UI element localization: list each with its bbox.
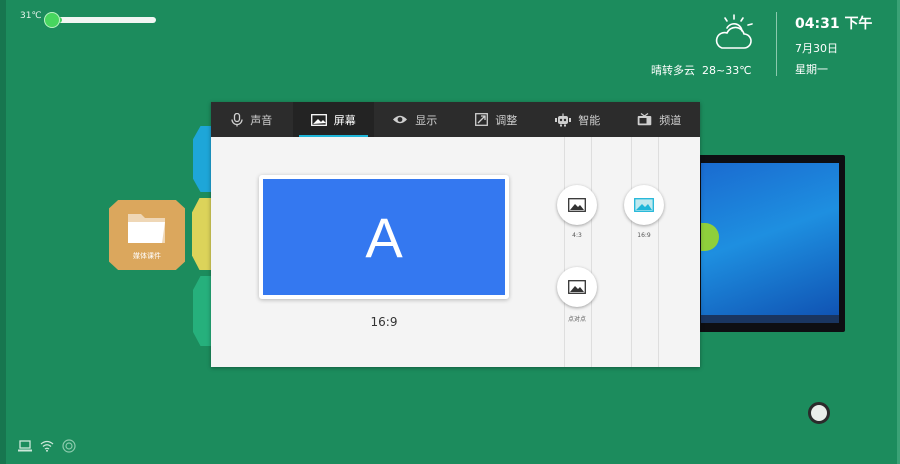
wifi-icon[interactable] (39, 438, 55, 454)
status-bar (17, 438, 77, 454)
tv-icon (637, 113, 652, 126)
desktop-preview-taskbar (701, 315, 839, 323)
settings-panel: 声音 屏幕 显示 调整 智能 频道 A 16:9 4:3 16:9 点对点 (211, 102, 700, 367)
ratio-4-3-button[interactable] (557, 185, 597, 225)
media-courseware-tile[interactable]: 媒体课件 (109, 200, 185, 270)
left-edge-shade (0, 0, 6, 464)
weather-range: 28~33℃ (702, 64, 752, 77)
eye-icon (393, 115, 408, 124)
settings-tabs: 声音 屏幕 显示 调整 智能 频道 (211, 102, 700, 137)
tab-screen-label: 屏幕 (333, 113, 356, 127)
column-divider (631, 137, 632, 367)
current-ratio-label: 16:9 (370, 315, 398, 329)
folder-icon (128, 214, 165, 243)
image-icon (568, 198, 586, 212)
ratio-16-9-button[interactable] (624, 185, 664, 225)
tab-smart[interactable]: 智能 (537, 102, 619, 137)
temperature-label: 31℃ (20, 11, 42, 21)
tab-screen[interactable]: 屏幕 (292, 102, 374, 137)
partly-cloudy-icon (715, 14, 753, 49)
image-icon (634, 198, 654, 212)
tab-channel[interactable]: 频道 (619, 102, 701, 137)
robot-icon (555, 113, 572, 126)
weather-divider (776, 12, 777, 76)
tab-display-label: 显示 (415, 113, 438, 127)
tab-adjust[interactable]: 调整 (456, 102, 538, 137)
clock-weekday: 星期一 (795, 63, 828, 76)
tab-display[interactable]: 显示 (374, 102, 456, 137)
desktop-preview-monitor (697, 155, 845, 332)
ratio-4-3-label: 4:3 (572, 232, 582, 239)
screen-icon (310, 113, 327, 126)
tab-adjust-label: 调整 (495, 113, 518, 127)
signal-icon[interactable] (61, 438, 77, 454)
tab-channel-label: 频道 (659, 113, 682, 127)
ratio-16-9-label: 16:9 (637, 232, 651, 239)
clock-time: 04:31 下午 (795, 16, 873, 32)
column-divider (591, 137, 592, 367)
microphone-icon (231, 112, 243, 126)
home-button[interactable] (808, 402, 830, 424)
weather-condition: 晴转多云 (651, 64, 695, 77)
tab-sound[interactable]: 声音 (211, 102, 293, 137)
tab-sound-label: 声音 (250, 113, 273, 127)
point-to-point-label: 点对点 (567, 316, 586, 323)
temperature-knob[interactable] (44, 12, 60, 28)
image-icon (568, 280, 586, 294)
media-courseware-label: 媒体课件 (133, 252, 161, 260)
screen-settings-body: A 16:9 4:3 16:9 点对点 (211, 137, 700, 367)
aspect-preview-screen: A (263, 179, 505, 295)
column-divider (564, 137, 565, 367)
adjust-icon (475, 113, 489, 126)
weather-description: 晴转多云 28~33℃ (651, 62, 752, 78)
desktop-preview-screen (701, 163, 839, 323)
aspect-preview: A (259, 175, 509, 299)
temperature-bar[interactable] (52, 17, 156, 23)
clock-date: 7月30日 (795, 42, 838, 55)
point-to-point-button[interactable] (557, 267, 597, 307)
laptop-icon[interactable] (17, 438, 33, 454)
column-divider (658, 137, 659, 367)
tab-smart-label: 智能 (578, 113, 601, 127)
android-logo-icon (701, 223, 719, 251)
